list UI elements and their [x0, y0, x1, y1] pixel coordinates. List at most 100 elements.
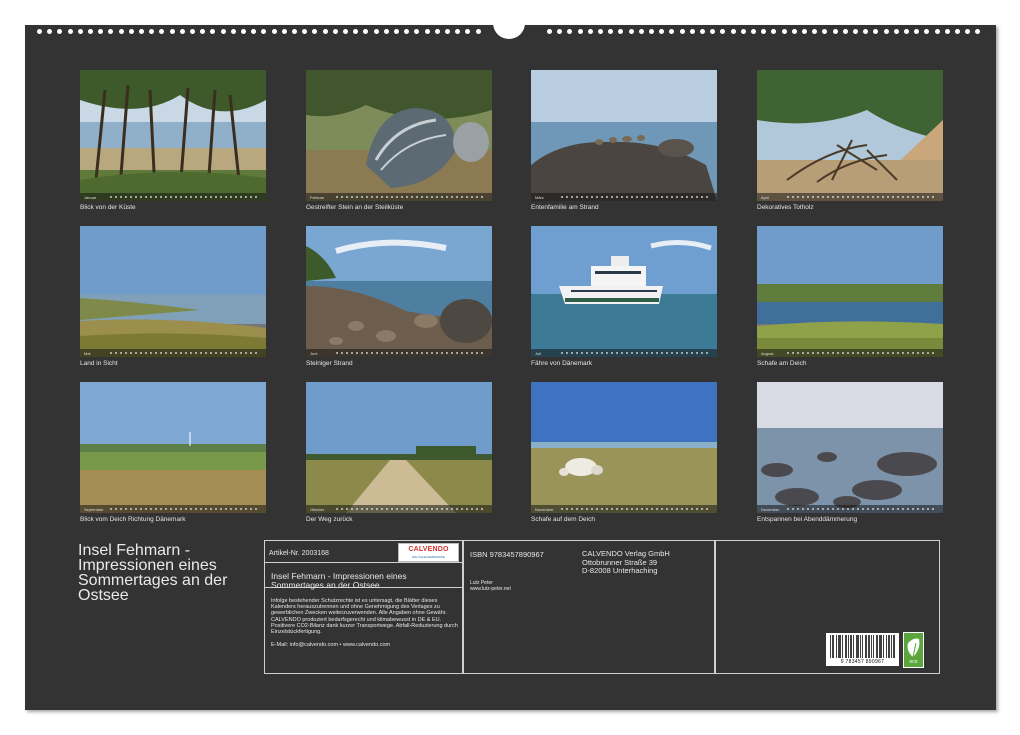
day-mark	[140, 352, 142, 354]
date-strip	[306, 505, 492, 513]
day-mark	[476, 352, 478, 354]
photo-sheep-on-dike: November	[531, 382, 717, 513]
photo-caption: Entenfamilie am Strand	[531, 204, 717, 211]
day-mark	[591, 196, 593, 198]
day-mark	[205, 508, 207, 510]
day-mark	[887, 196, 889, 198]
day-mark	[421, 508, 423, 510]
barcode-bar	[876, 635, 877, 658]
day-mark	[862, 196, 864, 198]
contact-info: E-Mail: info@calvendo.com • www.calvendo…	[271, 642, 459, 648]
binding-hole	[88, 29, 93, 34]
day-mark	[446, 352, 448, 354]
day-mark	[386, 196, 388, 198]
photo-caption: Blick vom Deich Richtung Dänemark	[80, 516, 266, 523]
day-mark	[441, 352, 443, 354]
day-mark	[787, 196, 789, 198]
month-card-9: September Blick vom Deich Richtung Dänem…	[80, 382, 266, 523]
binding-hole	[343, 29, 348, 34]
day-mark	[411, 508, 413, 510]
day-mark	[872, 508, 874, 510]
day-mark	[351, 352, 353, 354]
day-mark	[591, 352, 593, 354]
barcode-bar	[877, 635, 878, 658]
month-tag: November	[535, 507, 553, 512]
day-mark	[646, 196, 648, 198]
day-mark	[932, 196, 934, 198]
day-mark	[832, 508, 834, 510]
binding-hole	[465, 29, 470, 34]
day-mark	[135, 352, 137, 354]
day-mark	[606, 196, 608, 198]
day-mark	[180, 508, 182, 510]
binding-hole	[680, 29, 685, 34]
binding-hole	[802, 29, 807, 34]
day-mark	[250, 196, 252, 198]
barcode-bar	[871, 635, 872, 658]
day-mark	[145, 196, 147, 198]
barcode-bar	[868, 635, 869, 658]
photo-driftwood: April	[757, 70, 943, 201]
day-mark	[887, 352, 889, 354]
day-mark	[887, 508, 889, 510]
day-mark	[381, 508, 383, 510]
photo-caption: Gestreifter Stein an der Steilküste	[306, 204, 492, 211]
day-mark	[857, 508, 859, 510]
day-mark	[641, 196, 643, 198]
binding-hole	[261, 29, 266, 34]
binding-hole	[149, 29, 154, 34]
day-mark	[621, 508, 623, 510]
day-mark	[706, 508, 708, 510]
day-mark	[125, 196, 127, 198]
day-mark	[170, 508, 172, 510]
day-mark	[882, 196, 884, 198]
binding-hole	[720, 29, 725, 34]
day-mark	[852, 196, 854, 198]
day-mark	[611, 508, 613, 510]
day-mark	[787, 508, 789, 510]
day-mark	[626, 352, 628, 354]
day-mark	[421, 196, 423, 198]
binding-hole	[822, 29, 827, 34]
day-mark	[902, 196, 904, 198]
photo-coast-trees: Januar	[80, 70, 266, 201]
day-mark	[175, 352, 177, 354]
day-mark	[671, 508, 673, 510]
day-mark	[917, 352, 919, 354]
binding-hole	[404, 29, 409, 34]
binding-hole	[578, 29, 583, 34]
day-mark	[155, 196, 157, 198]
binding-hole	[302, 29, 307, 34]
day-mark	[431, 352, 433, 354]
month-card-10: Oktober Der Weg zurück	[306, 382, 492, 523]
binding-hole	[935, 29, 940, 34]
binding-hole	[669, 29, 674, 34]
article-number: Artikel-Nr. 2003168	[269, 550, 329, 557]
day-mark	[200, 352, 202, 354]
binding-hole	[251, 29, 256, 34]
day-mark	[656, 508, 658, 510]
day-mark	[220, 352, 222, 354]
day-mark	[656, 196, 658, 198]
day-mark	[576, 196, 578, 198]
day-mark	[701, 508, 703, 510]
photo-way-back: Oktober	[306, 382, 492, 513]
day-mark	[346, 508, 348, 510]
binding-hole	[894, 29, 899, 34]
day-mark	[466, 508, 468, 510]
day-mark	[827, 196, 829, 198]
date-strip	[531, 505, 717, 513]
barcode-bar	[845, 635, 846, 658]
day-mark	[120, 352, 122, 354]
binding-hole	[231, 29, 236, 34]
barcode-number: 9 783457 890967	[826, 659, 899, 665]
month-tag: März	[535, 195, 544, 200]
day-mark	[170, 196, 172, 198]
photo-striped-stone: Februar	[306, 70, 492, 201]
day-mark	[812, 196, 814, 198]
day-mark	[897, 352, 899, 354]
day-mark	[140, 508, 142, 510]
day-mark	[165, 508, 167, 510]
binding-hole	[333, 29, 338, 34]
publisher-address: CALVENDO Verlag GmbH Ottobrunner Straße …	[582, 550, 670, 576]
